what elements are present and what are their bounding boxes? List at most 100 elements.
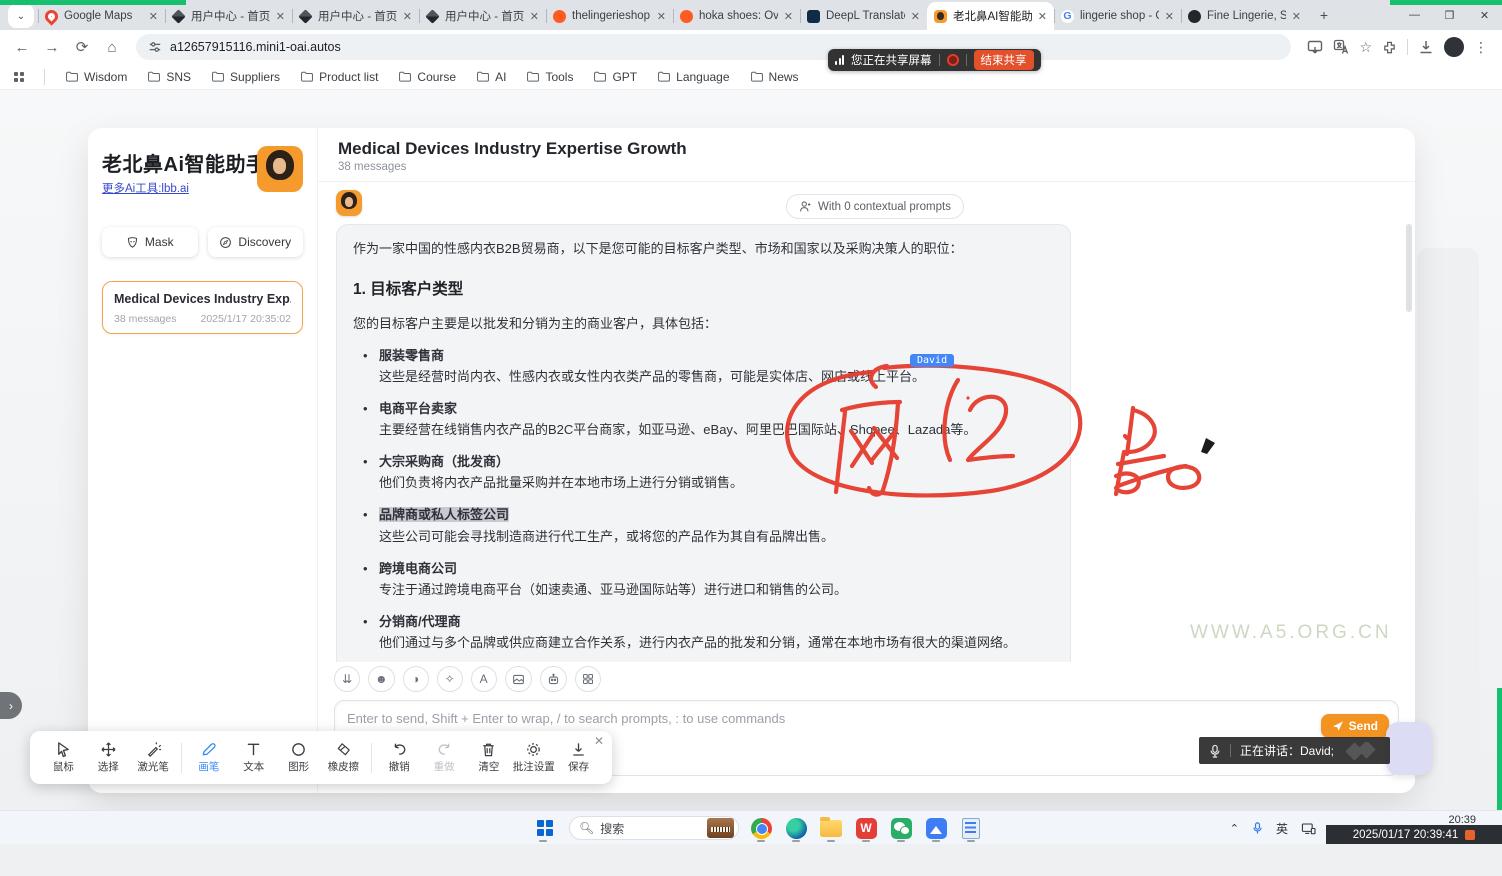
font-tool-icon[interactable]: A bbox=[471, 666, 497, 692]
reload-button[interactable]: ⟳ bbox=[68, 33, 96, 61]
tab-lingerie-shop-search[interactable]: Glingerie shop - G✕ bbox=[1054, 2, 1181, 30]
tab-close-icon[interactable]: ✕ bbox=[784, 10, 793, 23]
app-favicon-icon bbox=[934, 10, 947, 23]
site-favicon-icon bbox=[1188, 10, 1201, 23]
chat-item-date: 2025/1/17 20:35:02 bbox=[200, 313, 291, 325]
chat-scrollbar[interactable] bbox=[1406, 224, 1412, 312]
prompt-wand-icon[interactable]: ✧ bbox=[437, 666, 463, 692]
new-tab-button[interactable]: + bbox=[1312, 3, 1336, 27]
taskbar-wps[interactable]: W bbox=[853, 813, 879, 843]
taskbar-search[interactable]: 🔍︎ 搜索 bbox=[569, 816, 739, 840]
contextual-prompts-pill[interactable]: With 0 contextual prompts bbox=[786, 194, 964, 219]
tab-search-button[interactable]: ⌄ bbox=[8, 4, 34, 28]
collapse-icon[interactable]: ⇊ bbox=[334, 666, 360, 692]
redo-button[interactable]: 重做 bbox=[423, 741, 466, 774]
select-tool-button[interactable]: 选择 bbox=[87, 741, 130, 774]
tab-deepl[interactable]: DeepL Translate:✕ bbox=[800, 2, 927, 30]
floating-app-icon[interactable] bbox=[1386, 722, 1432, 775]
chat-item-title: Medical Devices Industry Exp... bbox=[114, 292, 291, 306]
undo-button[interactable]: 撤销 bbox=[378, 741, 421, 774]
bookmark-folder-ai[interactable]: AI bbox=[476, 70, 506, 84]
tab-close-icon[interactable]: ✕ bbox=[1292, 10, 1301, 23]
discovery-button[interactable]: Discovery bbox=[208, 227, 304, 257]
tab-google-maps[interactable]: Google Maps✕ bbox=[38, 2, 165, 30]
taskbar-wechat[interactable] bbox=[888, 813, 914, 843]
bookmark-folder-sns[interactable]: SNS bbox=[147, 70, 191, 84]
toolbar-close-icon[interactable]: ✕ bbox=[594, 734, 604, 748]
image-icon[interactable] bbox=[505, 666, 532, 692]
download-icon[interactable] bbox=[1418, 39, 1434, 55]
laser-pointer-button[interactable]: 激光笔 bbox=[132, 741, 175, 774]
annotation-settings-button[interactable]: 批注设置 bbox=[512, 741, 555, 774]
shape-tool-button[interactable]: 图形 bbox=[277, 741, 320, 774]
bookmark-folder-news[interactable]: News bbox=[750, 70, 799, 84]
tab-close-icon[interactable]: ✕ bbox=[276, 10, 285, 23]
mask-button[interactable]: Mask bbox=[102, 227, 198, 257]
search-highlight-image[interactable] bbox=[707, 818, 734, 838]
bookmark-folder-wisdom[interactable]: Wisdom bbox=[65, 70, 127, 84]
ime-indicator[interactable]: 英 bbox=[1276, 820, 1288, 837]
clear-all-button[interactable]: 清空 bbox=[468, 741, 511, 774]
robot-model-icon[interactable] bbox=[540, 666, 567, 692]
bookmark-folder-language[interactable]: Language bbox=[657, 70, 729, 84]
tab-ai-assistant-active[interactable]: 老北鼻AI智能助手✕ bbox=[927, 2, 1054, 30]
app-logo-watermark-icon bbox=[1346, 742, 1376, 760]
cast-icon[interactable] bbox=[1307, 39, 1323, 55]
taskbar-chrome[interactable] bbox=[748, 813, 774, 843]
tab-user-center-2[interactable]: 用户中心 - 首页✕ bbox=[292, 2, 419, 30]
bookmark-folder-suppliers[interactable]: Suppliers bbox=[211, 70, 280, 84]
screen-share-banner: 您正在共享屏幕 结束共享 bbox=[828, 49, 1041, 71]
tab-user-center-3[interactable]: 用户中心 - 首页✕ bbox=[419, 2, 546, 30]
tab-fine-lingerie[interactable]: Fine Lingerie, Sle✕ bbox=[1181, 2, 1308, 30]
bookmark-folder-course[interactable]: Course bbox=[398, 70, 456, 84]
taskbar-edge[interactable] bbox=[783, 813, 809, 843]
tab-close-icon[interactable]: ✕ bbox=[149, 10, 158, 23]
plugins-grid-icon[interactable] bbox=[575, 666, 601, 692]
tab-thelingerieshop[interactable]: thelingerieshop✕ bbox=[546, 2, 673, 30]
text-icon bbox=[245, 741, 262, 758]
home-button[interactable]: ⌂ bbox=[98, 33, 126, 61]
tray-microphone-icon[interactable] bbox=[1252, 821, 1263, 835]
stop-sharing-button[interactable]: 结束共享 bbox=[974, 50, 1034, 70]
text-tool-button[interactable]: 文本 bbox=[232, 741, 275, 774]
back-button[interactable]: ← bbox=[8, 33, 36, 61]
share-border-top-left bbox=[0, 0, 186, 5]
mask-face-icon[interactable]: ☻ bbox=[368, 666, 395, 692]
theme-icon[interactable]: ◑ bbox=[403, 666, 429, 692]
tray-app-icon bbox=[1465, 830, 1475, 840]
address-bar[interactable]: a12657915116.mini1-oai.autos bbox=[136, 34, 1291, 60]
more-tools-link[interactable]: 更多Ai工具:lbb.ai bbox=[102, 180, 189, 196]
tab-close-icon[interactable]: ✕ bbox=[657, 10, 666, 23]
translate-icon[interactable] bbox=[1333, 39, 1349, 55]
bookmark-star-icon[interactable]: ☆ bbox=[1359, 39, 1372, 56]
eraser-tool-button[interactable]: 橡皮擦 bbox=[322, 741, 365, 774]
tab-hoka-shoes[interactable]: hoka shoes: Ove✕ bbox=[673, 2, 800, 30]
apps-grid-icon[interactable] bbox=[14, 72, 24, 82]
tab-close-icon[interactable]: ✕ bbox=[403, 10, 412, 23]
tab-user-center-1[interactable]: 用户中心 - 首页✕ bbox=[165, 2, 292, 30]
profile-avatar[interactable] bbox=[1444, 37, 1464, 57]
cast-display-icon[interactable] bbox=[1301, 822, 1316, 835]
chat-subtitle: 38 messages bbox=[338, 161, 1395, 173]
chat-list-item[interactable]: Medical Devices Industry Exp... 38 messa… bbox=[102, 281, 303, 334]
mouse-tool-button[interactable]: 鼠标 bbox=[42, 741, 85, 774]
pen-tool-button[interactable]: 画笔 bbox=[187, 741, 230, 774]
tab-close-icon[interactable]: ✕ bbox=[1038, 10, 1047, 23]
taskbar-cloud-app[interactable] bbox=[923, 813, 949, 843]
taskbar-notes-app[interactable] bbox=[958, 813, 984, 843]
send-button[interactable]: Send bbox=[1321, 714, 1389, 738]
site-settings-icon[interactable] bbox=[148, 40, 162, 54]
tray-expand-icon[interactable]: ⌃ bbox=[1230, 822, 1239, 835]
forward-button[interactable]: → bbox=[38, 33, 66, 61]
start-button[interactable] bbox=[530, 813, 560, 843]
bookmark-folder-gpt[interactable]: GPT bbox=[593, 70, 637, 84]
extensions-icon[interactable] bbox=[1382, 40, 1397, 55]
bookmark-folder-product-list[interactable]: Product list bbox=[300, 70, 378, 84]
list-item: 品牌商或私人标签公司这些公司可能会寻找制造商进行代工生产，或将您的产品作为其自有… bbox=[363, 504, 1054, 546]
tab-close-icon[interactable]: ✕ bbox=[530, 10, 539, 23]
browser-menu-icon[interactable]: ⋮ bbox=[1474, 39, 1488, 56]
tab-close-icon[interactable]: ✕ bbox=[911, 10, 920, 23]
tab-close-icon[interactable]: ✕ bbox=[1165, 10, 1174, 23]
bookmark-folder-tools[interactable]: Tools bbox=[526, 70, 573, 84]
taskbar-explorer[interactable] bbox=[818, 813, 844, 843]
